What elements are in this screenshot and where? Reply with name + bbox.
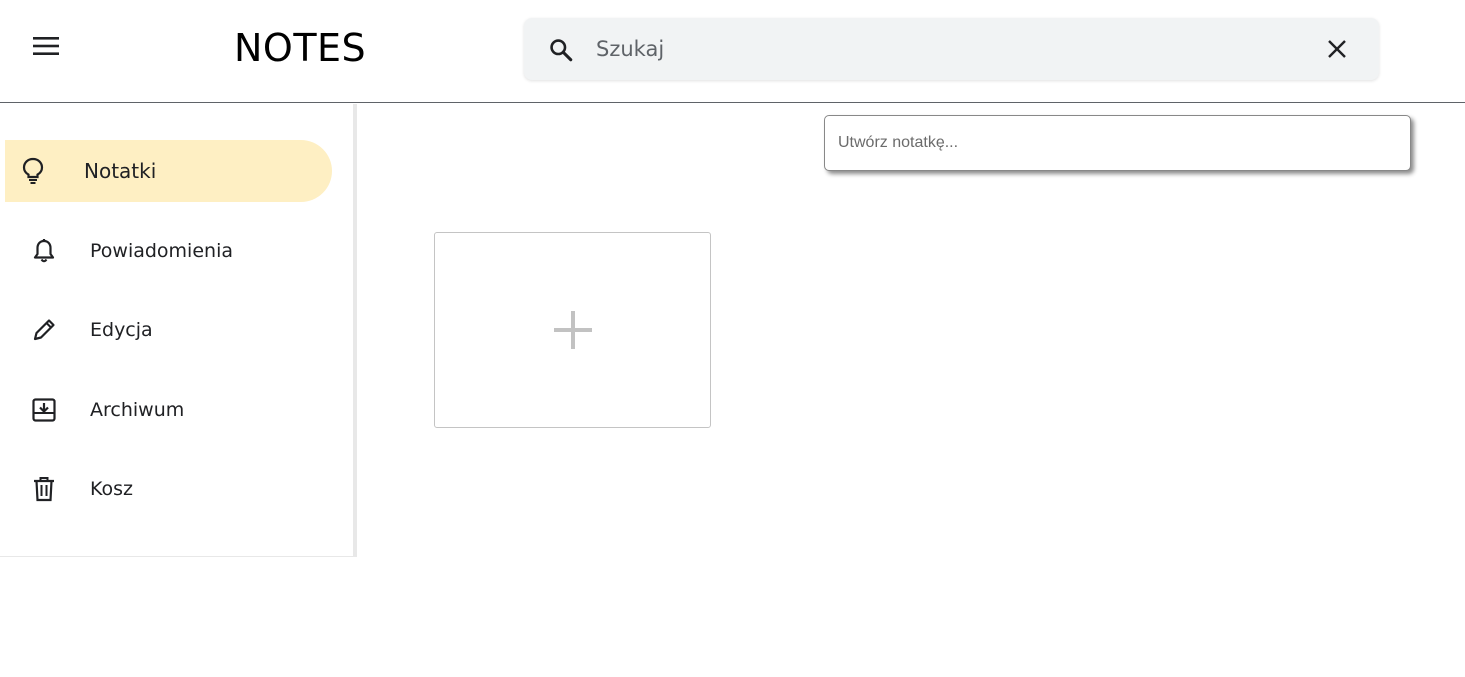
add-note-card[interactable] xyxy=(434,232,711,428)
clear-search-button[interactable] xyxy=(1321,33,1353,65)
sidebar-item-archiwum[interactable]: Archiwum xyxy=(5,379,332,441)
sidebar-item-notatki[interactable]: Notatki xyxy=(5,140,332,202)
sidebar-item-edycja[interactable]: Edycja xyxy=(5,299,332,361)
lightbulb-icon xyxy=(19,157,47,185)
bell-icon xyxy=(30,237,58,265)
sidebar-item-label: Archiwum xyxy=(90,399,185,421)
app-header: NOTES xyxy=(0,0,1465,103)
sidebar-item-label: Powiadomienia xyxy=(90,240,233,262)
close-icon xyxy=(1328,40,1346,58)
sidebar: Notatki Powiadomienia Edycja Archiwum Ko… xyxy=(0,104,357,557)
hamburger-menu-button[interactable] xyxy=(22,22,70,70)
sidebar-item-label: Edycja xyxy=(90,319,153,341)
create-note-input[interactable] xyxy=(836,130,1396,156)
search-input[interactable] xyxy=(594,32,1294,66)
pencil-icon xyxy=(30,316,58,344)
hamburger-menu-icon xyxy=(33,37,59,55)
sidebar-item-label: Notatki xyxy=(84,159,157,183)
sidebar-item-label: Kosz xyxy=(90,478,134,500)
search-icon[interactable] xyxy=(546,35,576,65)
plus-icon xyxy=(553,311,592,349)
app-title: NOTES xyxy=(234,26,367,70)
create-note-box xyxy=(824,115,1411,171)
trash-icon xyxy=(30,475,58,503)
search-bar xyxy=(524,18,1379,80)
sidebar-item-kosz[interactable]: Kosz xyxy=(5,458,332,520)
sidebar-item-powiadomienia[interactable]: Powiadomienia xyxy=(5,220,332,282)
archive-icon xyxy=(30,396,58,424)
